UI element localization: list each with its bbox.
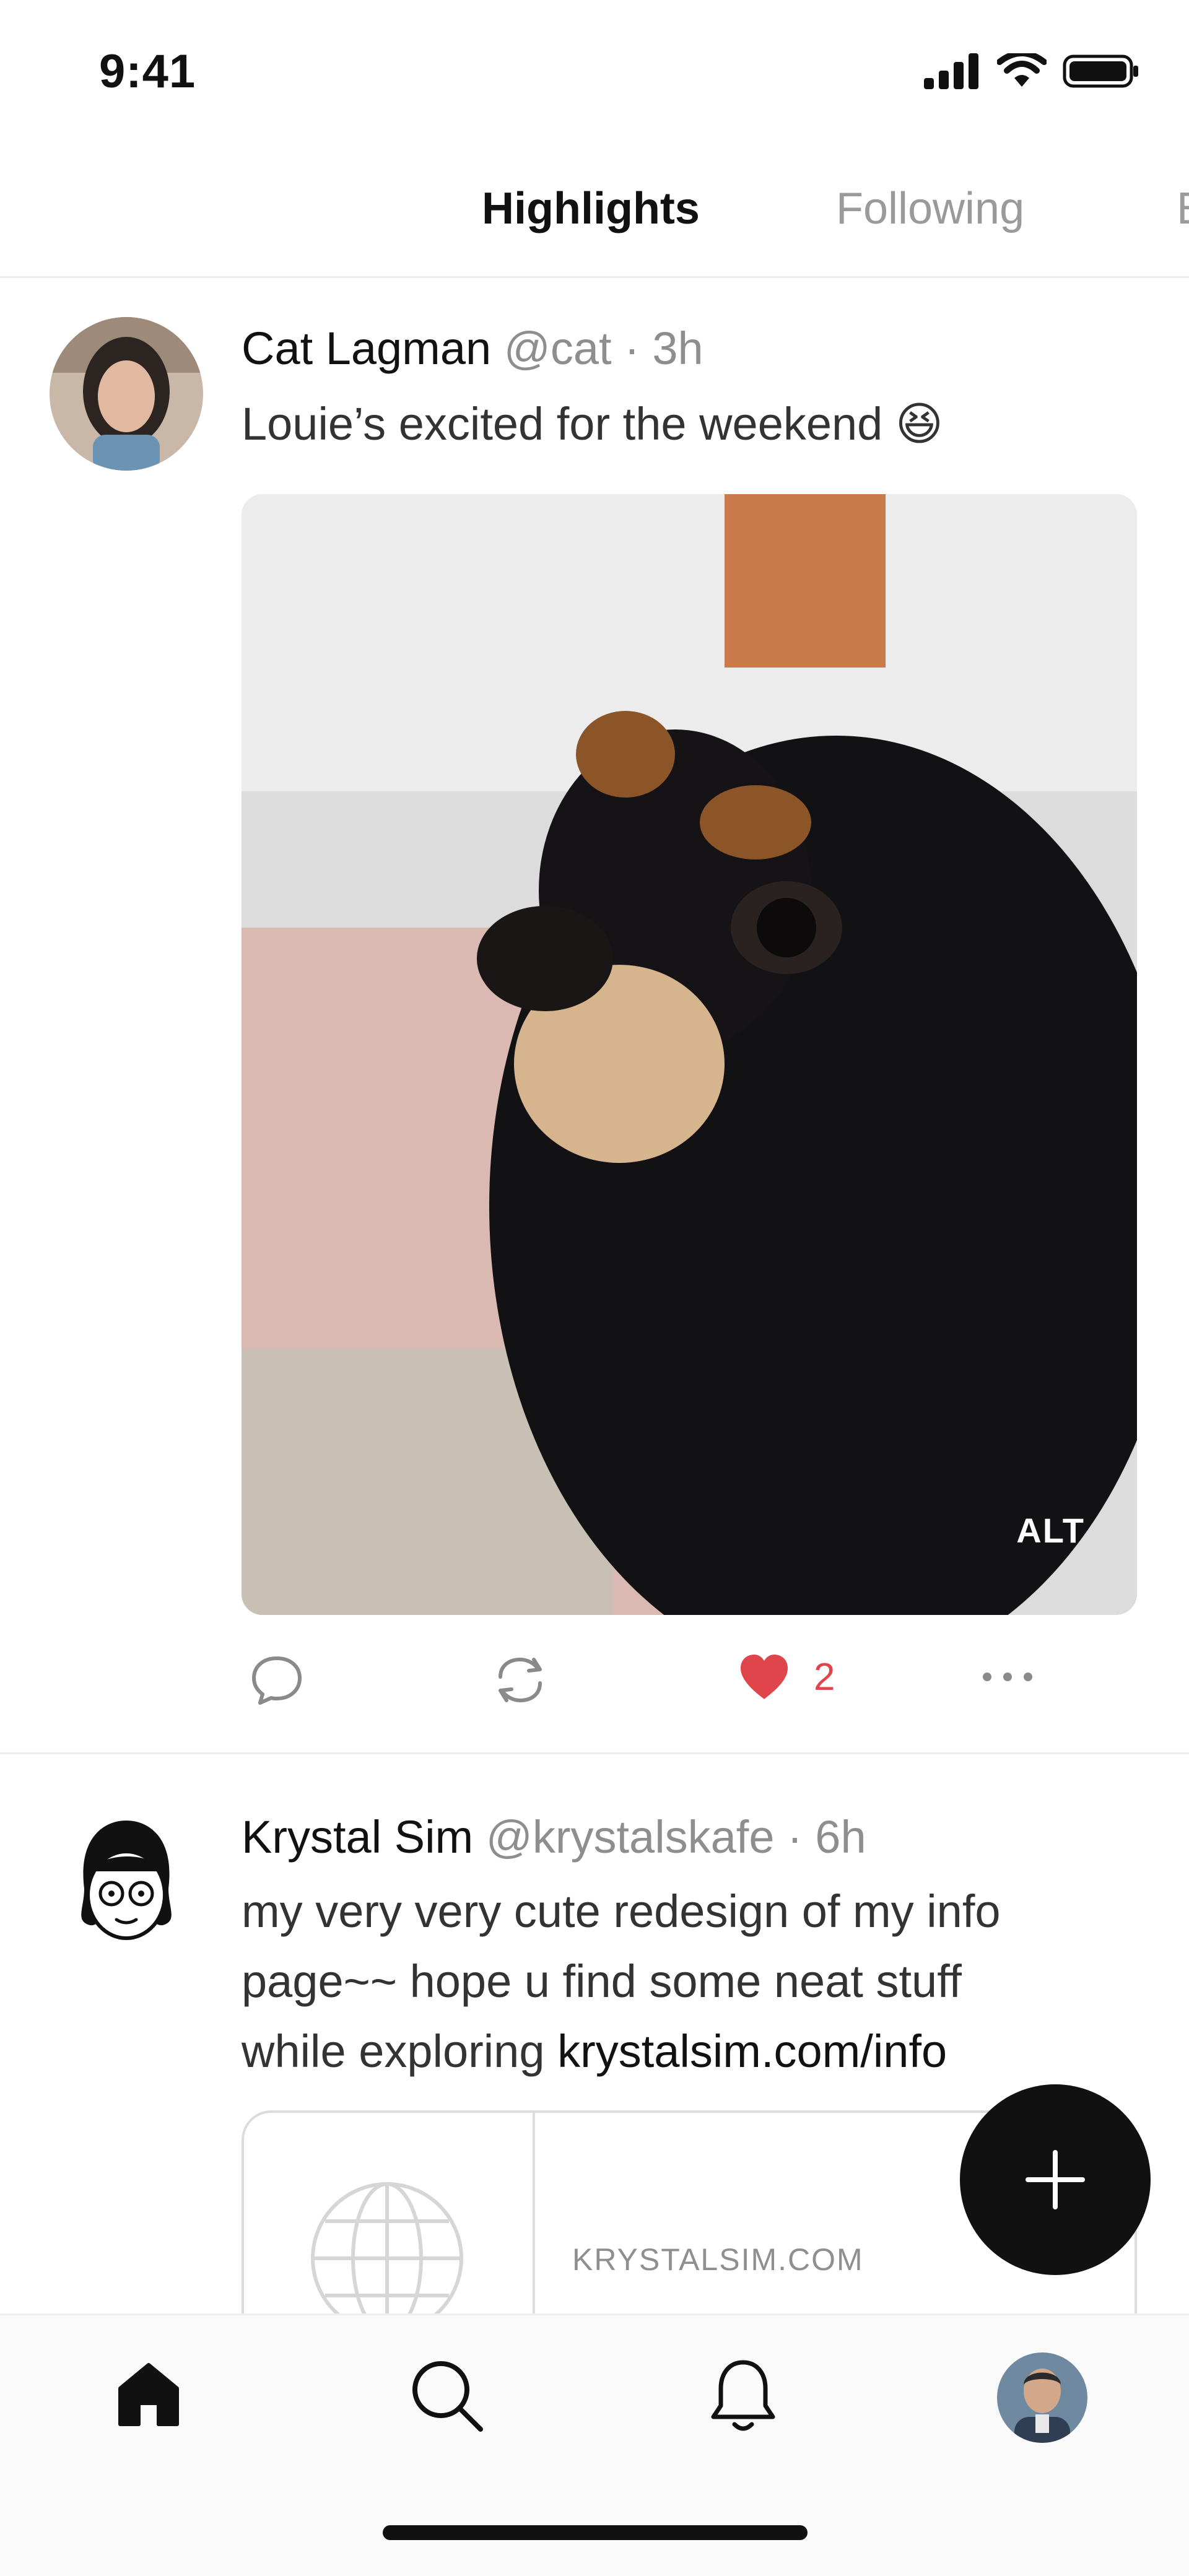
post-time: 6h	[815, 1811, 866, 1863]
nav-profile[interactable]	[997, 2352, 1087, 2446]
repost-button[interactable]	[489, 1652, 551, 1708]
like-button[interactable]: 2	[737, 1652, 835, 1702]
cellular-signal-icon	[924, 53, 978, 89]
tab-partial[interactable]: E	[1177, 183, 1189, 234]
status-time: 9:41	[99, 45, 196, 98]
post-text: Louie’s excited for the weekend 😆	[242, 398, 944, 450]
avatar[interactable]	[50, 317, 203, 471]
more-button[interactable]	[980, 1664, 1035, 1689]
reply-button[interactable]	[249, 1652, 305, 1708]
battery-icon	[1063, 54, 1138, 88]
post-link[interactable]: krystalsim.com/info	[557, 2026, 947, 2077]
card-domain: KRYSTALSIM.COM	[572, 2242, 864, 2277]
header-divider	[0, 276, 1189, 278]
post-actions: 2	[242, 1652, 1137, 1720]
post-image[interactable]: ALT	[242, 494, 1137, 1615]
author-handle[interactable]: @cat	[504, 323, 612, 374]
plus-icon	[1026, 2150, 1085, 2209]
nav-notifications[interactable]	[706, 2356, 780, 2437]
author-handle[interactable]: @krystalskafe	[486, 1811, 775, 1863]
post-time: 3h	[652, 323, 703, 374]
nav-search[interactable]	[407, 2356, 486, 2437]
post-header: Krystal Sim @krystalskafe · 6h	[242, 1811, 866, 1863]
search-icon	[412, 2361, 483, 2432]
home-indicator	[383, 2525, 808, 2540]
home-icon	[118, 2363, 179, 2426]
status-icons	[924, 53, 1139, 89]
profile-avatar	[997, 2352, 1087, 2443]
compose-button[interactable]	[960, 2084, 1151, 2275]
avatar[interactable]	[59, 1814, 193, 1948]
tab-following[interactable]: Following	[836, 183, 1024, 234]
globe-icon	[311, 2182, 463, 2334]
meta-separator: ·	[624, 323, 640, 374]
meta-separator: ·	[787, 1811, 803, 1863]
more-icon	[983, 1673, 1032, 1681]
nav-home[interactable]	[111, 2356, 186, 2434]
wifi-icon	[997, 53, 1047, 87]
reply-icon	[252, 1656, 302, 1705]
author-name[interactable]: Krystal Sim	[242, 1811, 473, 1863]
notifications-icon	[711, 2360, 775, 2431]
like-count: 2	[814, 1655, 835, 1699]
tab-highlights[interactable]: Highlights	[482, 183, 700, 234]
feed-tabs: Highlights Following E	[0, 154, 1189, 277]
post-text: my very very cute redesign of my info pa…	[242, 1876, 1065, 2086]
author-name[interactable]: Cat Lagman	[242, 323, 491, 374]
alt-badge[interactable]: ALT	[1016, 1510, 1085, 1551]
repost-icon	[499, 1657, 542, 1703]
post-header: Cat Lagman @cat · 3h	[242, 322, 703, 375]
like-icon	[741, 1655, 788, 1699]
post-divider	[0, 1752, 1189, 1754]
